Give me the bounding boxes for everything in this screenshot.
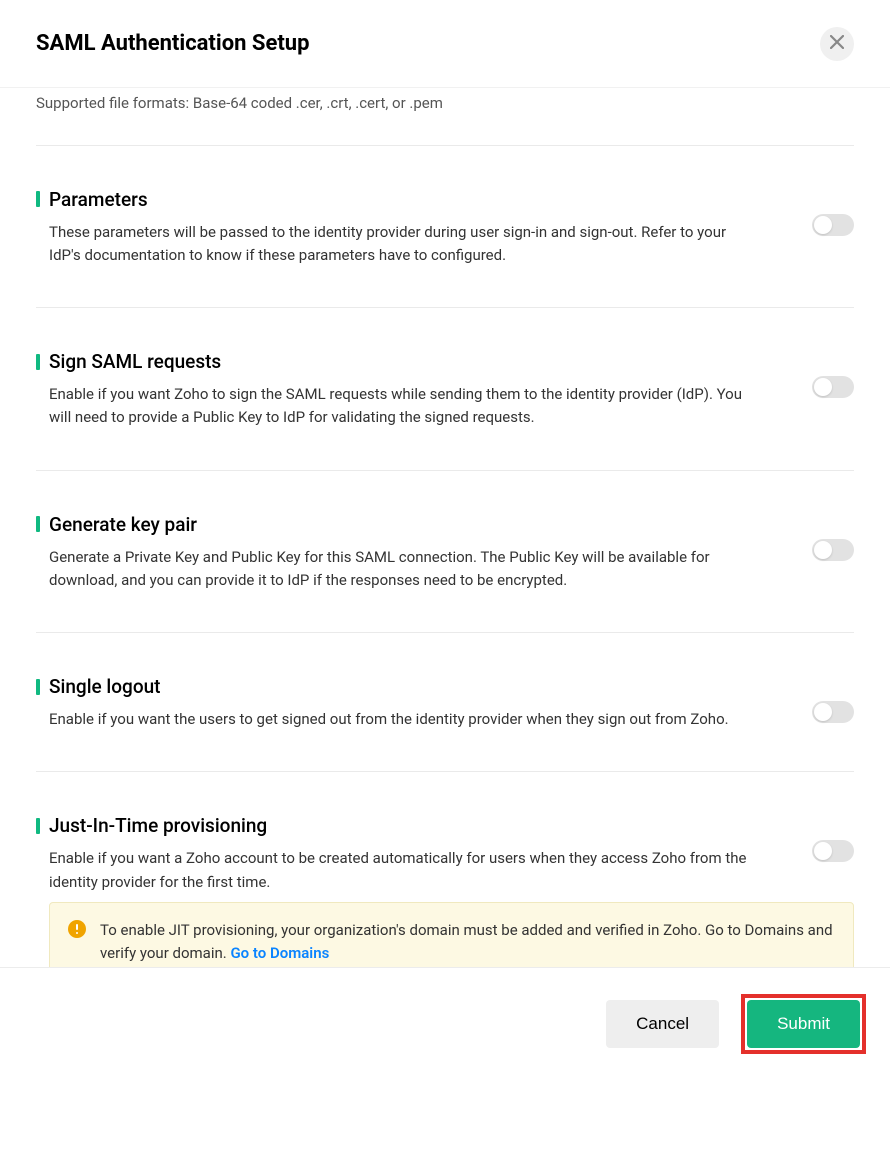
- single-logout-title: Single logout: [49, 675, 161, 698]
- file-format-hint: Supported file formats: Base-64 coded .c…: [36, 88, 854, 145]
- sign-requests-desc: Enable if you want Zoho to sign the SAML…: [36, 383, 756, 430]
- single-logout-desc: Enable if you want the users to get sign…: [36, 708, 729, 731]
- accent-bar-icon: [36, 191, 40, 207]
- close-icon: [830, 34, 844, 53]
- parameters-desc: These parameters will be passed to the i…: [36, 221, 756, 268]
- jit-toggle[interactable]: [812, 840, 854, 862]
- submit-highlight: Submit: [741, 994, 866, 1054]
- jit-notice-text: To enable JIT provisioning, your organiz…: [100, 919, 835, 966]
- footer: Cancel Submit: [0, 967, 890, 1079]
- submit-button[interactable]: Submit: [747, 1000, 860, 1048]
- generate-key-toggle[interactable]: [812, 539, 854, 561]
- section-single-logout: Single logout Enable if you want the use…: [36, 632, 854, 771]
- page-title: SAML Authentication Setup: [36, 31, 309, 56]
- cancel-button[interactable]: Cancel: [606, 1000, 719, 1048]
- sign-requests-title: Sign SAML requests: [49, 350, 221, 373]
- warning-icon: [68, 920, 86, 938]
- section-parameters: Parameters These parameters will be pass…: [36, 145, 854, 308]
- accent-bar-icon: [36, 516, 40, 532]
- accent-bar-icon: [36, 818, 40, 834]
- parameters-title: Parameters: [49, 188, 148, 211]
- accent-bar-icon: [36, 354, 40, 370]
- parameters-toggle[interactable]: [812, 214, 854, 236]
- generate-key-desc: Generate a Private Key and Public Key fo…: [36, 546, 756, 593]
- go-to-domains-link[interactable]: Go to Domains: [230, 944, 329, 962]
- sign-requests-toggle[interactable]: [812, 376, 854, 398]
- jit-title: Just-In-Time provisioning: [49, 814, 267, 837]
- section-sign-requests: Sign SAML requests Enable if you want Zo…: [36, 307, 854, 470]
- accent-bar-icon: [36, 679, 40, 695]
- jit-desc: Enable if you want a Zoho account to be …: [36, 847, 756, 894]
- header: SAML Authentication Setup: [0, 0, 890, 88]
- close-button[interactable]: [820, 27, 854, 61]
- single-logout-toggle[interactable]: [812, 701, 854, 723]
- generate-key-title: Generate key pair: [49, 513, 197, 536]
- section-generate-key: Generate key pair Generate a Private Key…: [36, 470, 854, 633]
- jit-notice-msg: To enable JIT provisioning, your organiz…: [100, 921, 833, 962]
